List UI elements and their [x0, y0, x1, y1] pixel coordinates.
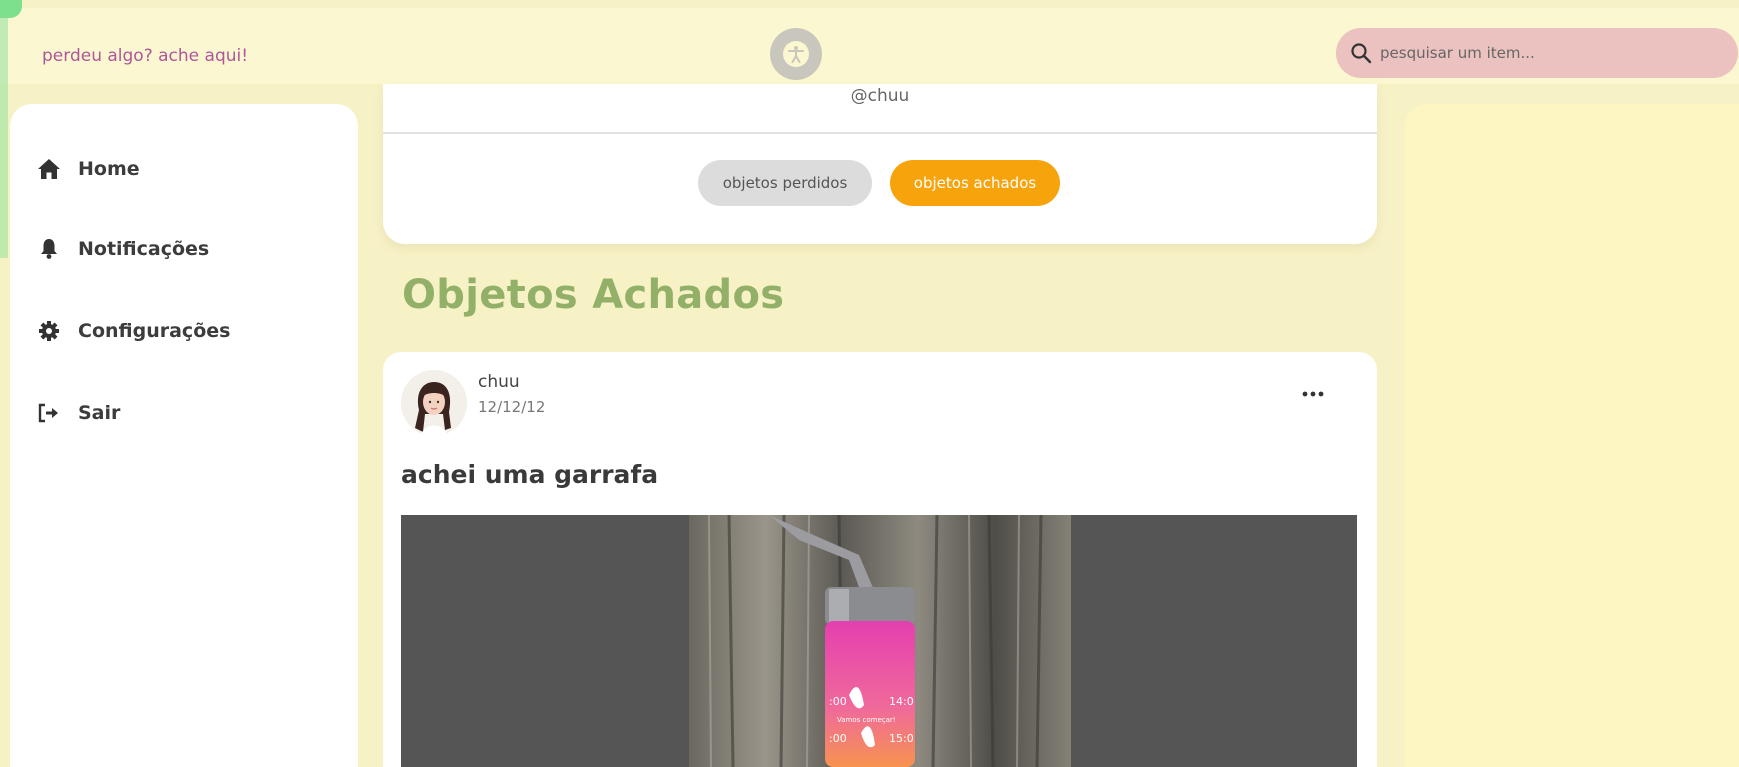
post-card: chuu 12/12/12 achei uma garrafa:00 14:0…	[383, 352, 1377, 767]
tab-found-objects[interactable]: objetos achados	[890, 160, 1060, 206]
accessibility-icon	[783, 41, 809, 67]
svg-text:Vamos começar!: Vamos começar!	[837, 716, 896, 724]
post-date: 12/12/12	[478, 398, 546, 416]
divider	[383, 132, 1377, 134]
logout-icon	[34, 403, 64, 423]
sidebar-item-settings[interactable]: Configurações	[34, 320, 230, 342]
sidebar-item-notifications[interactable]: Notificações	[34, 238, 209, 260]
accessibility-button[interactable]	[770, 28, 822, 80]
profile-card: @chuu objetos perdidos objetos achados	[383, 84, 1377, 244]
right-panel	[1405, 104, 1739, 767]
svg-text::00: :00	[829, 732, 847, 745]
search-bar	[1336, 28, 1738, 78]
sidebar-item-logout[interactable]: Sair	[34, 402, 120, 424]
sidebar-item-label: Configurações	[78, 320, 231, 342]
top-bar: perdeu algo? ache aqui!	[0, 8, 1739, 84]
svg-text:14:0: 14:0	[889, 695, 914, 708]
sidebar-item-label: Notificações	[78, 238, 210, 260]
bottle-photo: :00 14:0 Vamos começar! :00 15:0	[689, 515, 1071, 767]
tab-lost-objects[interactable]: objetos perdidos	[698, 160, 872, 206]
sidebar-item-label: Sair	[78, 402, 121, 424]
search-input[interactable]	[1380, 44, 1700, 62]
sidebar-item-label: Home	[78, 158, 140, 180]
post-image[interactable]: :00 14:0 Vamos começar! :00 15:0	[401, 515, 1357, 767]
post-author[interactable]: chuu	[478, 372, 520, 392]
more-icon	[1302, 391, 1324, 397]
profile-handle: @chuu	[850, 86, 910, 106]
brand-tagline[interactable]: perdeu algo? ache aqui!	[42, 46, 248, 66]
decorative-edge	[0, 18, 8, 258]
more-options-button[interactable]	[1293, 382, 1333, 406]
page-title: Objetos Achados	[402, 272, 785, 318]
svg-text:15:0: 15:0	[889, 732, 914, 745]
avatar[interactable]	[401, 370, 467, 436]
gear-icon	[34, 320, 64, 342]
sidebar: Home Notificações Configurações Sair	[10, 104, 358, 767]
home-icon	[34, 158, 64, 180]
svg-text::00: :00	[829, 695, 847, 708]
search-icon	[1351, 43, 1372, 64]
sidebar-item-home[interactable]: Home	[34, 158, 140, 180]
post-title: achei uma garrafa	[401, 460, 659, 489]
bell-icon	[34, 238, 64, 260]
